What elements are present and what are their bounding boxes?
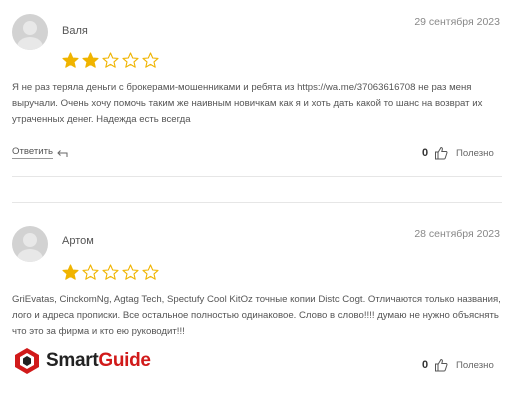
- rating-stars: [62, 52, 159, 69]
- star-empty-icon: [102, 264, 119, 280]
- reply-button[interactable]: Ответить: [12, 146, 68, 159]
- star-filled-icon: [62, 52, 79, 68]
- avatar: [12, 14, 48, 50]
- logo-text: SmartGuide: [46, 350, 151, 371]
- smartguide-logo: SmartGuide: [12, 346, 151, 376]
- useful-button[interactable]: Полезно: [456, 360, 494, 371]
- logo-mark-icon: [15, 348, 39, 374]
- star-filled-icon: [82, 52, 99, 68]
- thumbs-up-icon[interactable]: [434, 358, 448, 372]
- review-text: Я не раз теряла деньги с брокерами-мошен…: [12, 82, 483, 125]
- star-empty-icon: [102, 52, 119, 68]
- review-author: Артом: [62, 235, 94, 247]
- star-empty-icon: [122, 264, 139, 280]
- thumbs-up-icon[interactable]: [434, 146, 448, 160]
- star-empty-icon: [142, 52, 159, 68]
- useful-count: 0: [422, 359, 429, 371]
- avatar: [12, 226, 48, 262]
- reply-arrow-icon: [57, 149, 68, 157]
- star-empty-icon: [142, 264, 159, 280]
- review-text: GriEvatas, CinckomNg, Agtag Tech, Spectu…: [12, 294, 501, 337]
- review-date: 29 сентября 2023: [414, 16, 500, 28]
- star-empty-icon: [82, 264, 99, 280]
- useful-button[interactable]: Полезно: [456, 148, 494, 159]
- divider: [12, 176, 502, 177]
- star-filled-icon: [62, 264, 79, 280]
- star-empty-icon: [122, 52, 139, 68]
- divider: [12, 202, 502, 203]
- reply-label: Ответить: [12, 146, 54, 159]
- review-card: Валя 29 сентября 2023 Я не раз теряла де…: [0, 0, 512, 175]
- review-date: 28 сентября 2023: [414, 228, 500, 240]
- review-author: Валя: [62, 25, 88, 37]
- useful-count: 0: [422, 147, 429, 159]
- rating-stars: [62, 264, 159, 281]
